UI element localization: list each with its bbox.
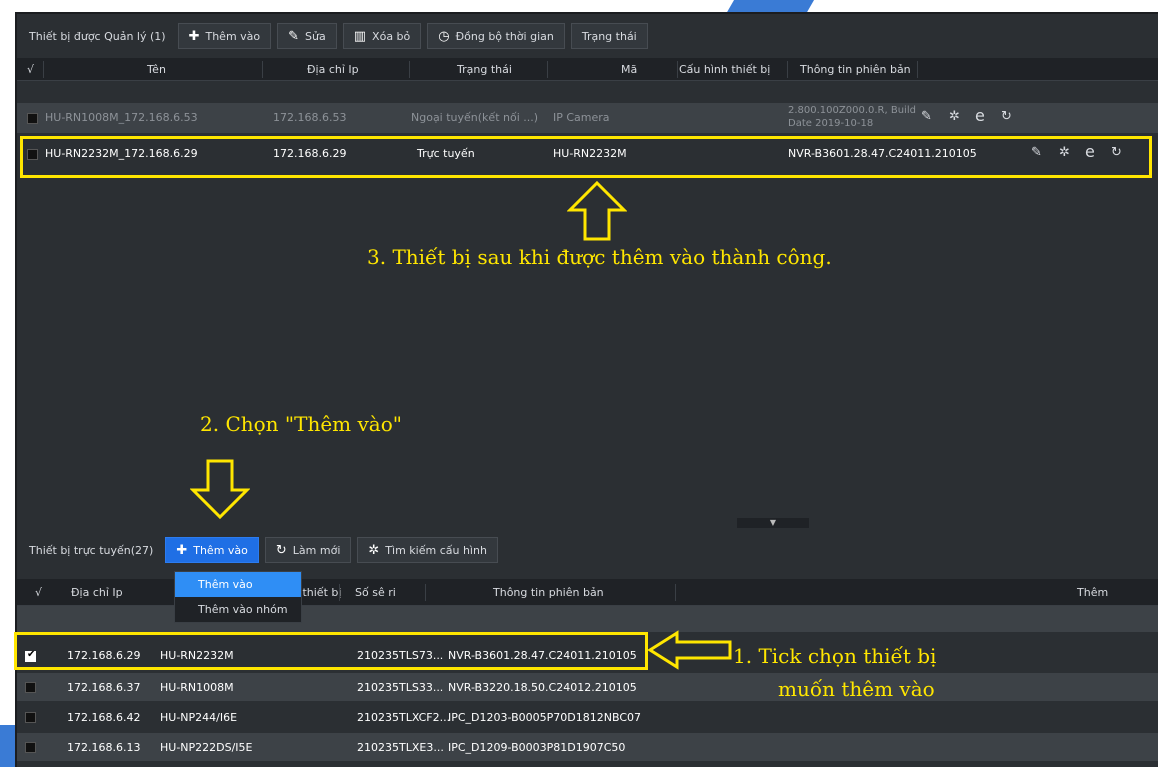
device-ip: 172.168.6.53 <box>273 111 347 124</box>
gear-icon: ✲ <box>368 542 380 558</box>
column-name[interactable]: Tên <box>147 63 166 76</box>
arrow-up-icon <box>567 180 627 241</box>
edit-button[interactable]: ✎ Sửa <box>277 23 337 49</box>
refresh-icon: ↻ <box>275 542 287 558</box>
delete-button[interactable]: ▥ Xóa bỏ <box>342 23 422 49</box>
arrow-down-icon <box>190 459 250 520</box>
device-ip: 172.168.6.13 <box>67 741 141 754</box>
device-model: HU-NP244/I6E <box>160 711 238 724</box>
device-model: HU-RN1008M <box>160 681 234 694</box>
row-checkbox[interactable] <box>25 712 36 723</box>
device-version: IPC_D1203-B0005P70D1812NBC07 <box>448 711 641 724</box>
online-title: Thiết bị trực tuyến(27) <box>29 543 154 557</box>
managed-toolbar: Thiết bị được Quản lý (1) ✚ Thêm vào ✎ Sửa… <box>17 14 1158 58</box>
trash-icon: ▥ <box>353 28 367 44</box>
step1-annotation-line2: muốn thêm vào <box>778 677 935 701</box>
refresh-button[interactable]: ↻ Làm mới <box>264 537 352 563</box>
device-status: Ngoại tuyến(kết nối ...) <box>411 111 539 124</box>
row-checkbox[interactable] <box>27 113 38 124</box>
column-device-config[interactable]: Cấu hình thiết bị <box>679 63 770 76</box>
device-name: HU-RN1008M_172.168.6.53 <box>45 111 198 124</box>
step1-annotation-line1: 1. Tick chọn thiết bị <box>733 644 937 668</box>
row-checkbox[interactable] <box>25 682 36 693</box>
highlight-added-device <box>20 136 1152 178</box>
device-serial: 210235TLXE3... <box>357 741 444 754</box>
column-version[interactable]: Thông tin phiên bản <box>493 586 604 599</box>
sync-time-button[interactable]: ◷ Đồng bộ thời gian <box>427 23 565 49</box>
column-code[interactable]: Mã <box>621 63 637 76</box>
table-row[interactable]: 172.168.6.42 HU-NP244/I6E 210235TLXCF2..… <box>17 703 1158 731</box>
menu-item-add-group[interactable]: Thêm vào nhóm <box>175 597 301 622</box>
device-model: HU-NP222DS/I5E <box>160 741 253 754</box>
chevron-down-icon[interactable]: ▼ <box>737 518 809 528</box>
device-version: NVR-B3220.18.50.C24012.210105 <box>448 681 637 694</box>
table-row[interactable]: 172.168.6.13 HU-NP222DS/I5E 210235TLXE3.… <box>17 733 1158 761</box>
device-version-date: Date 2019-10-18 <box>788 118 874 129</box>
clock-icon: ◷ <box>438 28 450 44</box>
device-serial: 210235TLXCF2... <box>357 711 451 724</box>
pencil-icon: ✎ <box>288 28 300 44</box>
column-ip[interactable]: Địa chỉ Ip <box>71 586 123 599</box>
managed-table-header: √ Tên Địa chỉ Ip Trạng thái Mã Cấu hình … <box>17 58 1158 81</box>
web-icon[interactable]: e <box>975 106 985 125</box>
managed-title: Thiết bị được Quản lý (1) <box>29 29 166 43</box>
device-ip: 172.168.6.42 <box>67 711 141 724</box>
select-all-column[interactable]: √ <box>35 586 42 599</box>
plus-icon: ✚ <box>176 542 188 558</box>
device-ip: 172.168.6.37 <box>67 681 141 694</box>
arrow-left-icon <box>647 630 732 670</box>
column-more[interactable]: Thêm <box>1077 586 1108 599</box>
step3-annotation: 3. Thiết bị sau khi được thêm vào thành … <box>367 245 832 269</box>
device-code: IP Camera <box>553 111 610 124</box>
refresh-icon[interactable]: ↻ <box>1001 109 1012 124</box>
device-serial: 210235TLS33... <box>357 681 444 694</box>
highlight-selected-device <box>14 632 648 670</box>
status-button[interactable]: Trạng thái <box>570 23 648 49</box>
device-version: IPC_D1209-B0003P81D1907C50 <box>448 741 626 754</box>
search-config-button[interactable]: ✲ Tìm kiếm cấu hình <box>357 537 498 563</box>
menu-item-add[interactable]: Thêm vào <box>175 572 301 597</box>
gear-icon[interactable]: ✲ <box>949 109 960 124</box>
step2-annotation: 2. Chọn "Thêm vào" <box>200 412 402 436</box>
device-version: 2.800.100Z000.0.R, Build <box>788 105 916 116</box>
add-button[interactable]: ✚ Thêm vào <box>177 23 272 49</box>
column-serial[interactable]: Số sê ri <box>355 586 396 599</box>
row-checkbox[interactable] <box>25 742 36 753</box>
background-stripe <box>0 725 16 767</box>
column-status[interactable]: Trạng thái <box>457 63 512 76</box>
table-row[interactable]: 172.168.6.37 HU-RN1008M 210235TLS33... N… <box>17 673 1158 701</box>
add-online-button[interactable]: ✚ Thêm vào <box>165 537 259 563</box>
select-all-column[interactable]: √ <box>27 63 34 76</box>
column-version[interactable]: Thông tin phiên bản <box>800 63 911 76</box>
edit-icon[interactable]: ✎ <box>921 109 932 124</box>
add-dropdown-menu: Thêm vào Thêm vào nhóm <box>174 571 302 623</box>
plus-icon: ✚ <box>188 28 200 44</box>
column-ip[interactable]: Địa chỉ Ip <box>307 63 359 76</box>
online-toolbar: Thiết bị trực tuyến(27) ✚ Thêm vào ↻ Làm m… <box>17 532 1158 568</box>
table-row[interactable]: HU-RN1008M_172.168.6.53 172.168.6.53 Ngo… <box>17 103 1158 133</box>
